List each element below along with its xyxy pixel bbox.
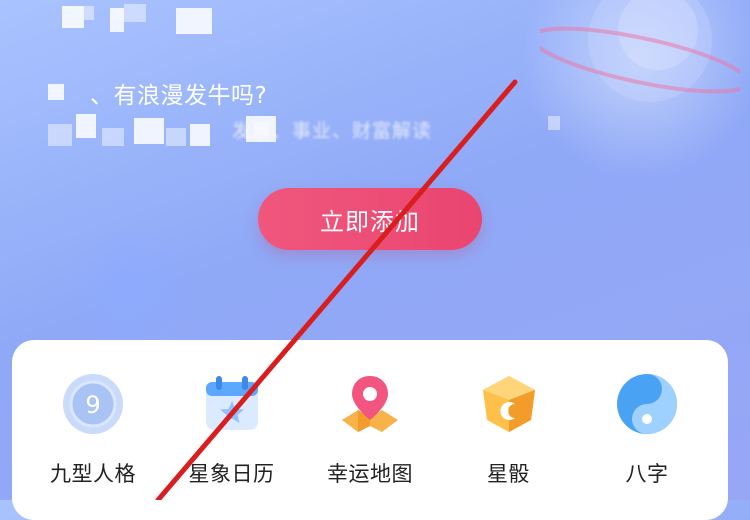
dice-icon	[482, 376, 535, 432]
obscured-text	[48, 84, 64, 100]
calendar-star-icon	[205, 376, 258, 430]
tool-enneagram[interactable]: 9 九型人格	[28, 340, 158, 520]
tool-label: 星骰	[487, 462, 530, 486]
background-glow	[60, 230, 200, 345]
hero-banner: 、有浪漫发牛吗? 发展、事业、财富解读 立即添加	[0, 0, 750, 345]
hero-subline: 发展、事业、财富解读	[232, 120, 433, 142]
tool-label: 八字	[625, 462, 669, 486]
tool-bazi[interactable]: 八字	[582, 340, 712, 520]
planet-icon	[540, 0, 740, 102]
tool-label: 九型人格	[50, 462, 136, 486]
bazi-icon	[617, 374, 677, 434]
tool-label: 星象日历	[188, 462, 275, 486]
add-now-button[interactable]: 立即添加	[258, 188, 482, 250]
tool-star-dice[interactable]: 星骰	[444, 340, 574, 520]
svg-text:9: 9	[85, 391, 100, 419]
enneagram-icon: 9	[63, 374, 123, 434]
map-pin-icon	[342, 376, 398, 432]
tools-panel: 9 九型人格 星象日历 幸运地图 星骰 八字	[12, 340, 728, 520]
tool-label: 幸运地图	[327, 462, 413, 486]
tool-lucky-map[interactable]: 幸运地图	[305, 340, 435, 520]
hero-headline: 、有浪漫发牛吗?	[90, 83, 268, 109]
tool-astro-calendar[interactable]: 星象日历	[167, 340, 297, 520]
